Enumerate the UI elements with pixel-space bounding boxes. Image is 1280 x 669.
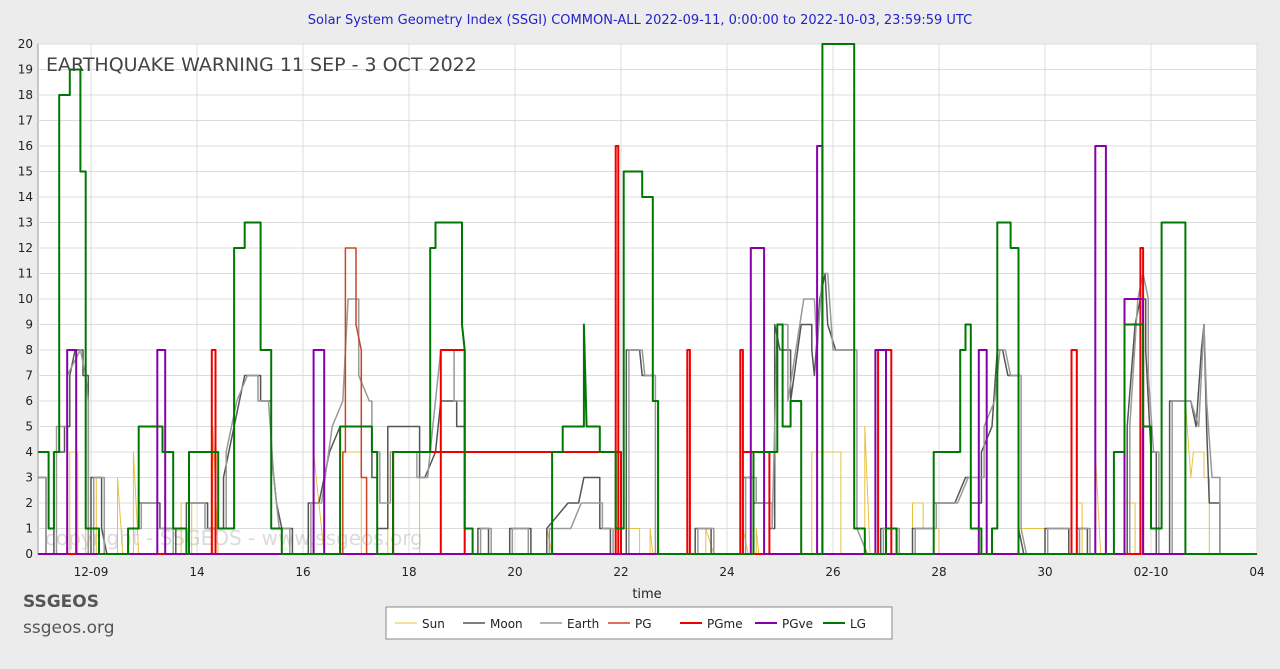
x-tick-label: 24 (719, 565, 734, 579)
x-tick-label: 22 (613, 565, 628, 579)
legend-label-earth: Earth (567, 617, 599, 631)
legend-label-pgve: PGve (782, 617, 813, 631)
x-tick-label: 16 (295, 565, 310, 579)
x-tick-label: 04 (1249, 565, 1264, 579)
y-tick-label: 5 (25, 420, 33, 434)
legend-label-pgme: PGme (707, 617, 743, 631)
chart-title: Solar System Geometry Index (SSGI) COMMO… (308, 13, 972, 28)
legend-label-pg: PG (635, 617, 652, 631)
x-tick-label: 02-10 (1134, 565, 1169, 579)
y-tick-label: 19 (18, 63, 33, 77)
x-tick-label: 14 (189, 565, 204, 579)
y-tick-label: 3 (25, 471, 33, 485)
y-tick-label: 8 (25, 343, 33, 357)
y-tick-label: 6 (25, 394, 33, 408)
x-tick-label: 26 (825, 565, 840, 579)
brand: SSGEOS ssgeos.org (23, 592, 115, 638)
y-tick-label: 11 (18, 267, 33, 281)
y-tick-label: 17 (18, 114, 33, 128)
chart-svg: Solar System Geometry Index (SSGI) COMMO… (0, 0, 1280, 669)
chart-annotation: EARTHQUAKE WARNING 11 SEP - 3 OCT 2022 (46, 54, 477, 76)
y-tick-label: 9 (25, 318, 33, 332)
x-axis-label: time (632, 587, 661, 602)
y-tick-label: 10 (18, 292, 33, 306)
grid (38, 43, 1258, 555)
x-tick-label: 18 (401, 565, 416, 579)
y-tick-label: 20 (18, 37, 33, 51)
x-tick-label: 30 (1037, 565, 1052, 579)
y-tick-label: 0 (25, 547, 33, 561)
y-tick-label: 18 (18, 88, 33, 102)
y-tick-label: 12 (18, 241, 33, 255)
x-tick-label: 20 (507, 565, 522, 579)
legend: Sun Moon Earth PG PGme PGve LG (385, 606, 893, 640)
brand-url: ssgeos.org (23, 618, 115, 638)
legend-label-sun: Sun (422, 617, 445, 631)
y-tick-label: 14 (18, 190, 33, 204)
y-tick-label: 2 (25, 496, 33, 510)
legend-label-lg: LG (850, 617, 866, 631)
y-tick-label: 15 (18, 165, 33, 179)
y-tick-label: 1 (25, 522, 33, 536)
y-tick-label: 7 (25, 369, 33, 383)
legend-label-moon: Moon (490, 617, 523, 631)
brand-name: SSGEOS (23, 592, 99, 612)
x-tick-label: 12-09 (74, 565, 109, 579)
x-tick-label: 28 (931, 565, 946, 579)
y-tick-label: 13 (18, 216, 33, 230)
y-tick-label: 4 (25, 445, 33, 459)
y-tick-label: 16 (18, 139, 33, 153)
